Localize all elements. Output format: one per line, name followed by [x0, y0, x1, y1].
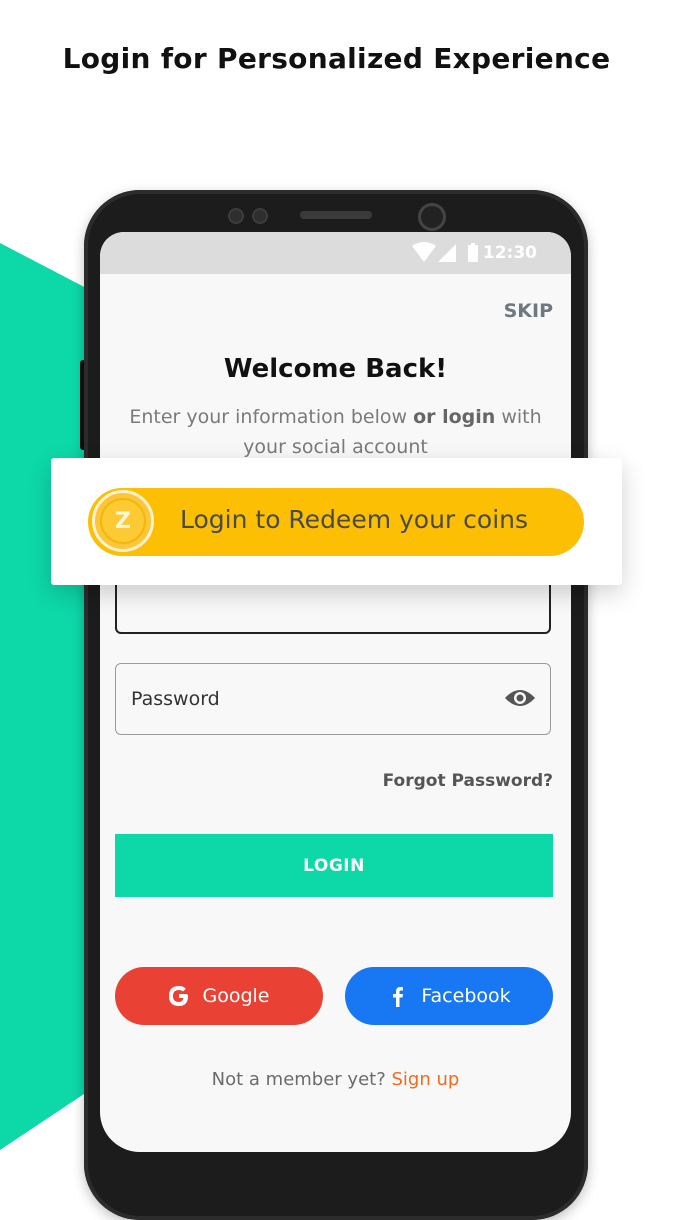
signal-icon [438, 244, 456, 262]
welcome-title: Welcome Back! [223, 354, 448, 384]
redeem-coins-banner[interactable]: Z Login to Redeem your coins [88, 488, 584, 556]
signup-row: Not a member yet? Sign up [100, 1069, 571, 1090]
status-icons [412, 242, 478, 262]
facebook-login-button[interactable]: Facebook [345, 967, 553, 1025]
status-time: 12:30 [482, 243, 537, 263]
battery-icon [468, 243, 478, 262]
subtitle-bold: or login [413, 406, 496, 428]
password-field[interactable]: Password [115, 663, 551, 735]
phone-speaker [300, 211, 372, 219]
login-button[interactable]: LOGIN [115, 834, 553, 897]
phone-screen: 12:30 SKIP Welcome Back! Enter your info… [100, 232, 571, 1152]
skip-button[interactable]: SKIP [504, 300, 553, 322]
coin-letter: Z [100, 498, 146, 544]
signup-prompt: Not a member yet? [211, 1069, 392, 1090]
facebook-icon [393, 987, 404, 1007]
google-login-button[interactable]: Google [115, 967, 323, 1025]
google-icon [169, 986, 189, 1006]
coin-icon: Z [92, 490, 154, 552]
facebook-label: Facebook [421, 985, 511, 1007]
password-placeholder: Password [131, 688, 220, 710]
status-bar: 12:30 [100, 232, 571, 274]
promo-card: Z Login to Redeem your coins [51, 458, 622, 585]
signup-link[interactable]: Sign up [392, 1069, 460, 1090]
phone-camera [418, 203, 446, 231]
redeem-coins-text: Login to Redeem your coins [180, 505, 529, 534]
subtitle-text: Enter your information below [129, 406, 414, 428]
wifi-icon [412, 242, 436, 262]
phone-sensor [228, 208, 244, 224]
page-headline: Login for Personalized Experience [62, 42, 611, 75]
forgot-password-link[interactable]: Forgot Password? [383, 771, 553, 791]
welcome-subtitle: Enter your information below or login wi… [120, 402, 551, 462]
phone-sensor [252, 208, 268, 224]
eye-icon[interactable] [504, 686, 536, 710]
google-label: Google [202, 985, 270, 1007]
